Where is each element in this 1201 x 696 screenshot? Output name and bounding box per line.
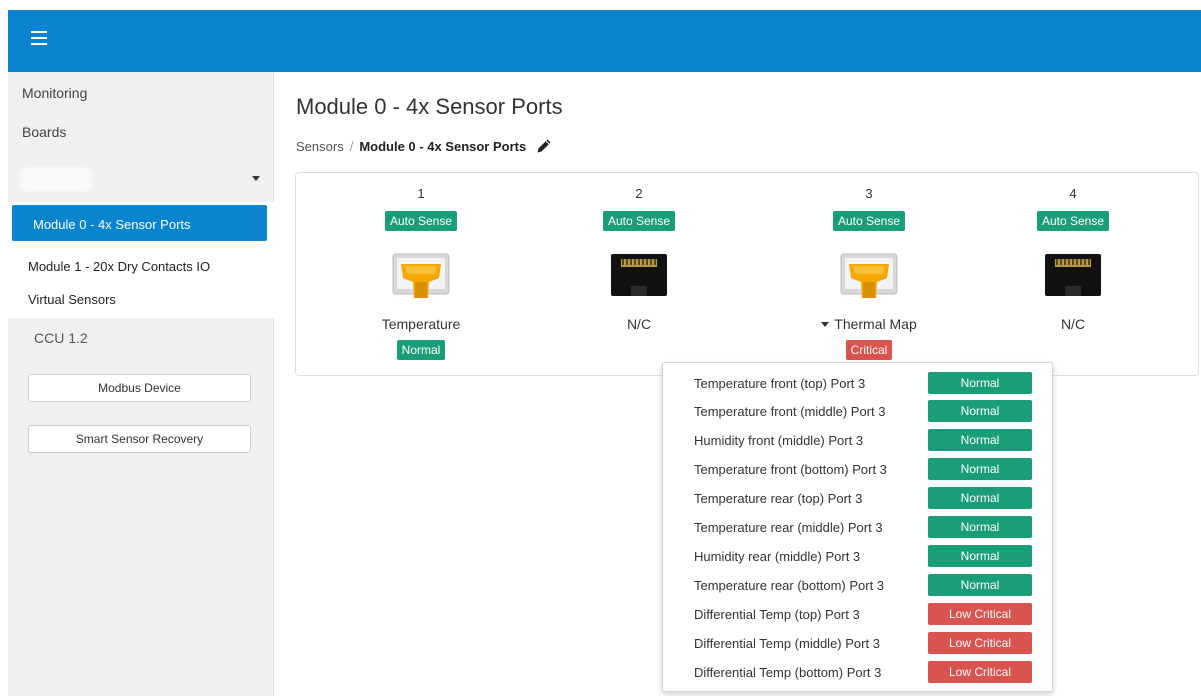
port-4: 4 Auto Sense N/C: [993, 173, 1153, 373]
status-badge: Normal: [928, 487, 1032, 509]
breadcrumb: Sensors / Module 0 - 4x Sensor Ports: [296, 138, 552, 154]
sidebar-item-module-1[interactable]: Module 1 - 20x Dry Contacts IO: [28, 259, 210, 274]
status-badge: Normal: [928, 429, 1032, 451]
sensor-label: Temperature rear (middle) Port 3: [694, 520, 883, 535]
list-item: Temperature rear (middle) Port 3 Normal: [663, 516, 1052, 539]
thermal-map-toggle[interactable]: Thermal Map: [789, 316, 949, 332]
sensor-label: Temperature front (top) Port 3: [694, 376, 866, 391]
sensor-label: Differential Temp (bottom) Port 3: [694, 665, 882, 680]
port-2: 2 Auto Sense N/C: [559, 173, 719, 373]
top-app-bar: [8, 10, 1201, 72]
port-sensor-label: N/C: [626, 316, 652, 332]
list-item: Temperature front (middle) Port 3 Normal: [663, 400, 1052, 423]
list-item: Temperature front (top) Port 3 Normal: [663, 372, 1052, 395]
yellow-rj45-connected-icon: [392, 253, 450, 298]
port-sensor-label: N/C: [1060, 316, 1086, 332]
status-badge: Low Critical: [928, 632, 1032, 654]
sidebar-item-module-0[interactable]: Module 0 - 4x Sensor Ports: [12, 205, 267, 241]
sidebar-item-virtual-sensors[interactable]: Virtual Sensors: [28, 292, 116, 307]
status-badge: Normal: [928, 400, 1032, 422]
status-badge: Normal: [928, 574, 1032, 596]
port-sensor-label: Thermal Map: [834, 316, 917, 332]
sensor-label: Temperature rear (bottom) Port 3: [694, 578, 885, 593]
list-item: Humidity rear (middle) Port 3 Normal: [663, 545, 1052, 568]
black-rj45-empty-icon: [1045, 254, 1101, 296]
list-item: Humidity front (middle) Port 3 Normal: [663, 429, 1052, 452]
port-1: 1 Auto Sense Temperature Normal: [341, 173, 501, 373]
port-number: 3: [865, 186, 873, 201]
sensor-label: Temperature rear (top) Port 3: [694, 491, 863, 506]
module-list: Module 0 - 4x Sensor Ports Module 1 - 20…: [8, 202, 274, 318]
sidebar-item-monitoring[interactable]: Monitoring: [22, 85, 87, 101]
status-badge: Normal: [928, 372, 1032, 394]
pencil-edit-icon[interactable]: [536, 138, 552, 154]
breadcrumb-sensors-link[interactable]: Sensors: [296, 139, 344, 154]
auto-sense-badge[interactable]: Auto Sense: [602, 211, 676, 231]
port-number: 2: [635, 186, 643, 201]
status-badge: Normal: [928, 545, 1032, 567]
board-select[interactable]: [20, 163, 260, 195]
list-item: Temperature rear (top) Port 3 Normal: [663, 487, 1052, 510]
status-badge: Low Critical: [928, 603, 1032, 625]
auto-sense-badge[interactable]: Auto Sense: [1036, 211, 1110, 231]
sensor-label: Differential Temp (middle) Port 3: [694, 636, 880, 651]
caret-down-icon: [252, 176, 260, 181]
sidebar-item-boards[interactable]: Boards: [22, 124, 66, 140]
sidebar-item-ccu[interactable]: CCU 1.2: [34, 330, 88, 346]
auto-sense-badge[interactable]: Auto Sense: [832, 211, 906, 231]
status-badge: Critical: [845, 340, 893, 360]
port-sensor-label: Temperature: [381, 316, 461, 332]
list-item: Differential Temp (middle) Port 3 Low Cr…: [663, 632, 1052, 655]
sensor-label: Temperature front (bottom) Port 3: [694, 462, 887, 477]
sensor-label: Humidity rear (middle) Port 3: [694, 549, 861, 564]
yellow-rj45-connected-icon: [840, 253, 898, 298]
smart-sensor-recovery-button[interactable]: Smart Sensor Recovery: [28, 425, 251, 453]
breadcrumb-separator: /: [349, 138, 354, 154]
list-item: Temperature rear (bottom) Port 3 Normal: [663, 574, 1052, 597]
hamburger-menu-icon[interactable]: [31, 31, 47, 45]
page-title: Module 0 - 4x Sensor Ports: [296, 94, 563, 119]
list-item: Differential Temp (bottom) Port 3 Low Cr…: [663, 661, 1052, 684]
list-item: Temperature front (bottom) Port 3 Normal: [663, 458, 1052, 481]
port-number: 4: [1069, 186, 1077, 201]
breadcrumb-current: Module 0 - 4x Sensor Ports: [359, 138, 527, 154]
modbus-device-button[interactable]: Modbus Device: [28, 374, 251, 402]
port-3: 3 Auto Sense Thermal Map Critical: [789, 173, 949, 373]
status-badge: Normal: [928, 458, 1032, 480]
sensor-ports-panel: 1 Auto Sense Temperature Normal 2 Auto S…: [295, 172, 1199, 376]
sidebar: Monitoring Boards Module 0 - 4x Sensor P…: [8, 72, 274, 696]
thermal-map-details-popover: Temperature front (top) Port 3 Normal Te…: [662, 362, 1053, 692]
sensor-label: Humidity front (middle) Port 3: [694, 433, 864, 448]
board-select-value: [20, 167, 92, 191]
auto-sense-badge[interactable]: Auto Sense: [384, 211, 458, 231]
sensor-label: Temperature front (middle) Port 3: [694, 404, 886, 419]
black-rj45-empty-icon: [611, 254, 667, 296]
list-item: Differential Temp (top) Port 3 Low Criti…: [663, 603, 1052, 626]
caret-down-icon: [821, 322, 830, 327]
status-badge: Low Critical: [928, 661, 1032, 683]
status-badge: Normal: [928, 516, 1032, 538]
port-number: 1: [417, 186, 425, 201]
status-badge: Normal: [396, 340, 446, 360]
sensor-label: Differential Temp (top) Port 3: [694, 607, 860, 622]
